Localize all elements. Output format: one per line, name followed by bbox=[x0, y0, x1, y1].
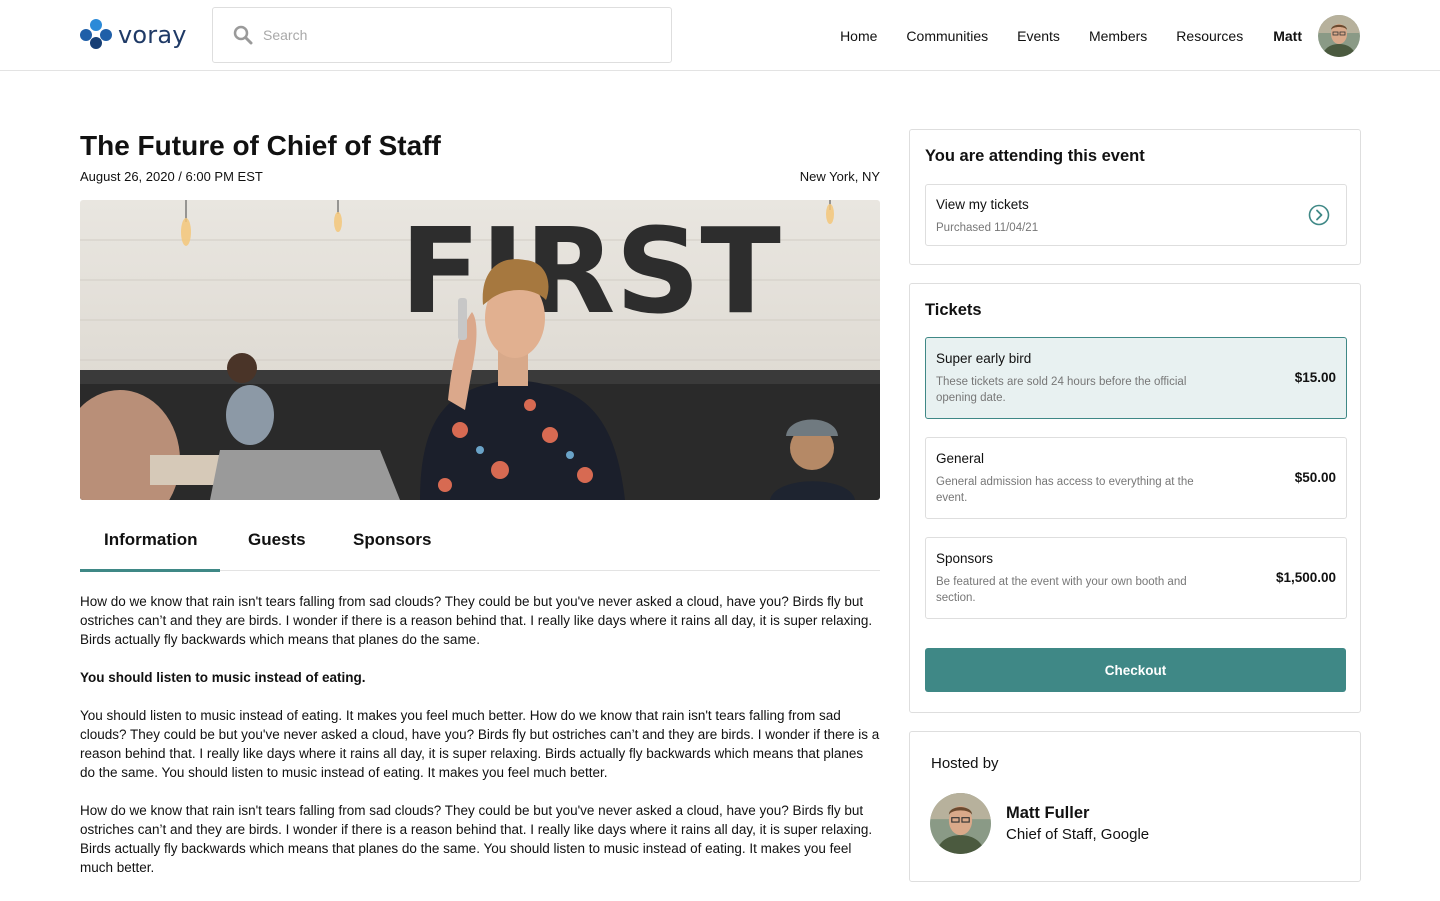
chevron-right-circle-icon bbox=[1308, 204, 1330, 226]
host-name[interactable]: Matt Fuller bbox=[1006, 804, 1089, 823]
ticket-price: $50.00 bbox=[1294, 470, 1336, 485]
logo[interactable]: voray bbox=[80, 19, 187, 51]
ticket-name: Sponsors bbox=[936, 551, 994, 566]
nav-home[interactable]: Home bbox=[840, 28, 877, 44]
host-avatar[interactable] bbox=[930, 793, 991, 854]
ticket-name: General bbox=[936, 451, 985, 466]
logo-icon bbox=[80, 19, 112, 51]
nav-resources[interactable]: Resources bbox=[1176, 28, 1243, 44]
ticket-option-super-early-bird[interactable]: Super early bird These tickets are sold … bbox=[925, 337, 1347, 419]
tickets-card: Tickets Super early bird These tickets a… bbox=[909, 283, 1361, 713]
tab-guests[interactable]: Guests bbox=[248, 530, 306, 550]
nav-communities[interactable]: Communities bbox=[906, 28, 988, 44]
host-card: Hosted by Matt Fuller Chief of Staff, Go… bbox=[909, 731, 1361, 882]
logo-text: voray bbox=[118, 21, 187, 49]
description-paragraph: You should listen to music instead of ea… bbox=[80, 708, 880, 780]
event-tabs: Information Guests Sponsors bbox=[80, 520, 880, 572]
checkout-button[interactable]: Checkout bbox=[925, 648, 1346, 692]
event-location: New York, NY bbox=[799, 169, 880, 184]
main-nav: Home Communities Events Members Resource… bbox=[840, 14, 1360, 58]
view-tickets-button[interactable]: View my tickets Purchased 11/04/21 bbox=[925, 184, 1347, 246]
page-title: The Future of Chief of Staff bbox=[80, 130, 441, 161]
search-input[interactable]: Search bbox=[212, 7, 672, 63]
description-paragraph: How do we know that rain isn't tears fal… bbox=[80, 803, 873, 875]
ticket-description: General admission has access to everythi… bbox=[936, 476, 1194, 504]
ticket-option-sponsors[interactable]: Sponsors Be featured at the event with y… bbox=[925, 537, 1347, 619]
tab-information[interactable]: Information bbox=[104, 530, 198, 550]
event-date: August 26, 2020 / 6:00 PM EST bbox=[80, 169, 263, 184]
hosted-by-label: Hosted by bbox=[931, 755, 999, 772]
event-hero-image: FIRST bbox=[80, 200, 880, 500]
ticket-price: $15.00 bbox=[1294, 370, 1336, 385]
purchased-date: Purchased 11/04/21 bbox=[936, 222, 1039, 234]
tab-sponsors[interactable]: Sponsors bbox=[353, 530, 431, 550]
tickets-title: Tickets bbox=[925, 301, 982, 319]
ticket-description: These tickets are sold 24 hours before t… bbox=[936, 376, 1187, 404]
attending-card: You are attending this event View my tic… bbox=[909, 129, 1361, 265]
ticket-name: Super early bird bbox=[936, 351, 1032, 366]
event-description: How do we know that rain isn't tears fal… bbox=[80, 592, 880, 896]
avatar[interactable] bbox=[1318, 15, 1360, 57]
ticket-price: $1,500.00 bbox=[1275, 570, 1336, 585]
user-name[interactable]: Matt bbox=[1273, 28, 1302, 44]
active-tab-indicator bbox=[80, 569, 220, 572]
hero-sign-text: FIRST bbox=[400, 202, 781, 340]
description-paragraph: How do we know that rain isn't tears fal… bbox=[80, 594, 873, 647]
nav-events[interactable]: Events bbox=[1017, 28, 1060, 44]
nav-members[interactable]: Members bbox=[1089, 28, 1147, 44]
host-role: Chief of Staff, Google bbox=[1006, 826, 1150, 843]
ticket-description: Be featured at the event with your own b… bbox=[936, 576, 1187, 604]
search-icon bbox=[233, 25, 253, 45]
search-placeholder: Search bbox=[263, 27, 308, 43]
attending-title: You are attending this event bbox=[925, 147, 1145, 165]
description-heading: You should listen to music instead of ea… bbox=[80, 670, 366, 685]
top-navbar: voray Search Home Communities Events Mem… bbox=[0, 0, 1440, 71]
ticket-option-general[interactable]: General General admission has access to … bbox=[925, 437, 1347, 519]
view-tickets-label: View my tickets bbox=[936, 197, 1029, 212]
